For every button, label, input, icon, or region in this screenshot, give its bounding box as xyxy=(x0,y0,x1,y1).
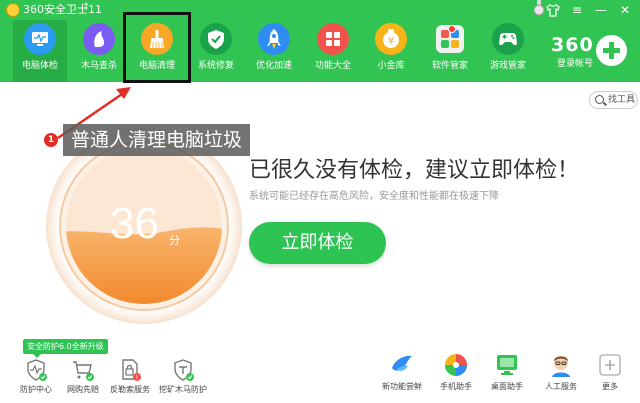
top-toolbar: 360安全卫士11 ↑ ≡ — ✕ 电脑体检 木马查杀 电脑清理 系统修复 优化… xyxy=(0,0,640,82)
svg-text:!: ! xyxy=(136,375,138,382)
shield-icon xyxy=(200,23,232,55)
anti-ransom-button[interactable]: ! 反勒索服务 xyxy=(106,358,154,398)
search-icon xyxy=(595,95,604,104)
login-plus-button[interactable] xyxy=(596,35,627,66)
svg-text:¥: ¥ xyxy=(388,36,394,47)
miner-protection-button[interactable]: 挖矿木马防护 xyxy=(159,358,207,398)
grid-icon xyxy=(317,23,349,55)
apps-icon xyxy=(434,23,466,55)
annotation-label: 普通人清理电脑垃圾 xyxy=(63,124,251,156)
desktop-assistant-button[interactable]: 桌面助手 xyxy=(481,352,533,398)
minimize-icon[interactable]: — xyxy=(590,2,612,18)
gamepad-icon xyxy=(492,23,524,55)
nav-item-software-manager[interactable]: 软件管家 xyxy=(423,20,477,82)
nav-label: 系统修复 xyxy=(197,61,234,71)
bottom-item-label: 反勒索服务 xyxy=(110,385,150,394)
nav-item-system-repair[interactable]: 系统修复 xyxy=(189,20,243,82)
nav-item-vault[interactable]: ¥ 小金库 xyxy=(364,20,418,82)
app-logo-icon xyxy=(6,3,20,17)
nav-label: 功能大全 xyxy=(314,61,351,71)
up-arrow-icon[interactable]: ↑ xyxy=(82,2,90,13)
find-tools-button[interactable]: 找工具 xyxy=(589,91,638,109)
bird-icon xyxy=(392,355,412,371)
upgrade-tag[interactable]: 安全防护6.0全新升级 xyxy=(23,339,108,358)
bottom-item-label: 桌面助手 xyxy=(491,382,523,391)
nav-label: 小金库 xyxy=(377,61,405,71)
nav-label: 软件管家 xyxy=(431,61,468,71)
find-tools-label: 找工具 xyxy=(608,95,636,105)
title-bar: 360安全卫士11 ↑ ≡ — ✕ xyxy=(0,0,640,20)
agent-icon xyxy=(552,356,570,377)
nav-item-speedup[interactable]: 优化加速 xyxy=(247,20,301,82)
new-features-button[interactable]: 新功能尝鲜 xyxy=(376,352,428,398)
bottom-item-label: 新功能尝鲜 xyxy=(382,382,422,391)
nav-item-all-functions[interactable]: 功能大全 xyxy=(306,20,360,82)
close-icon[interactable]: ✕ xyxy=(614,2,636,18)
pinwheel-icon xyxy=(445,354,467,376)
nav-label: 游戏管家 xyxy=(489,61,526,71)
main-nav: 电脑体检 木马查杀 电脑清理 系统修复 优化加速 功能大全 ¥ 小金库 软件管家… xyxy=(0,20,540,82)
highlight-frame xyxy=(123,12,191,83)
checkup-now-button[interactable]: 立即体检 xyxy=(249,222,386,264)
nav-item-trojan-scan[interactable]: 木马查杀 xyxy=(72,20,126,82)
nav-label: 优化加速 xyxy=(255,61,292,71)
desktop-icon xyxy=(497,355,517,375)
rocket-icon xyxy=(258,23,290,55)
nav-label: 电脑体检 xyxy=(21,61,58,71)
bottom-item-label: 挖矿木马防护 xyxy=(159,385,207,394)
mobile-assistant-button[interactable]: 手机助手 xyxy=(430,352,482,398)
bottom-item-label: 更多 xyxy=(602,382,618,391)
annotation-number: 1 xyxy=(44,133,58,147)
cart-icon xyxy=(73,361,94,381)
brand-logo: 360 xyxy=(551,34,594,56)
pulse-shield-icon xyxy=(27,359,47,381)
nav-item-checkup[interactable]: 电脑体检 xyxy=(13,20,67,82)
more-button[interactable]: 更多 xyxy=(584,352,636,398)
login-label[interactable]: 登录帐号 xyxy=(557,56,593,69)
score-value: 36 xyxy=(110,199,159,248)
horse-icon xyxy=(83,23,115,55)
nav-label: 木马查杀 xyxy=(80,61,117,71)
plus-box-icon xyxy=(599,354,621,376)
coin-icon: ¥ xyxy=(375,23,407,55)
nav-item-game-manager[interactable]: 游戏管家 xyxy=(481,20,535,82)
score-unit: 分 xyxy=(169,234,180,247)
status-headline: 已很久没有体检，建议立即体检！ xyxy=(249,158,580,183)
monitor-icon xyxy=(24,23,56,55)
miner-shield-icon xyxy=(174,359,194,381)
lock-file-icon: ! xyxy=(122,359,141,382)
notification-badge xyxy=(448,25,456,33)
menu-icon[interactable]: ≡ xyxy=(566,2,588,18)
shirt-icon[interactable] xyxy=(542,2,564,18)
window-controls: ≡ — ✕ xyxy=(542,2,636,18)
status-subline: 系统可能已经存在高危风险，安全度和性能都在极速下降 xyxy=(249,191,499,202)
